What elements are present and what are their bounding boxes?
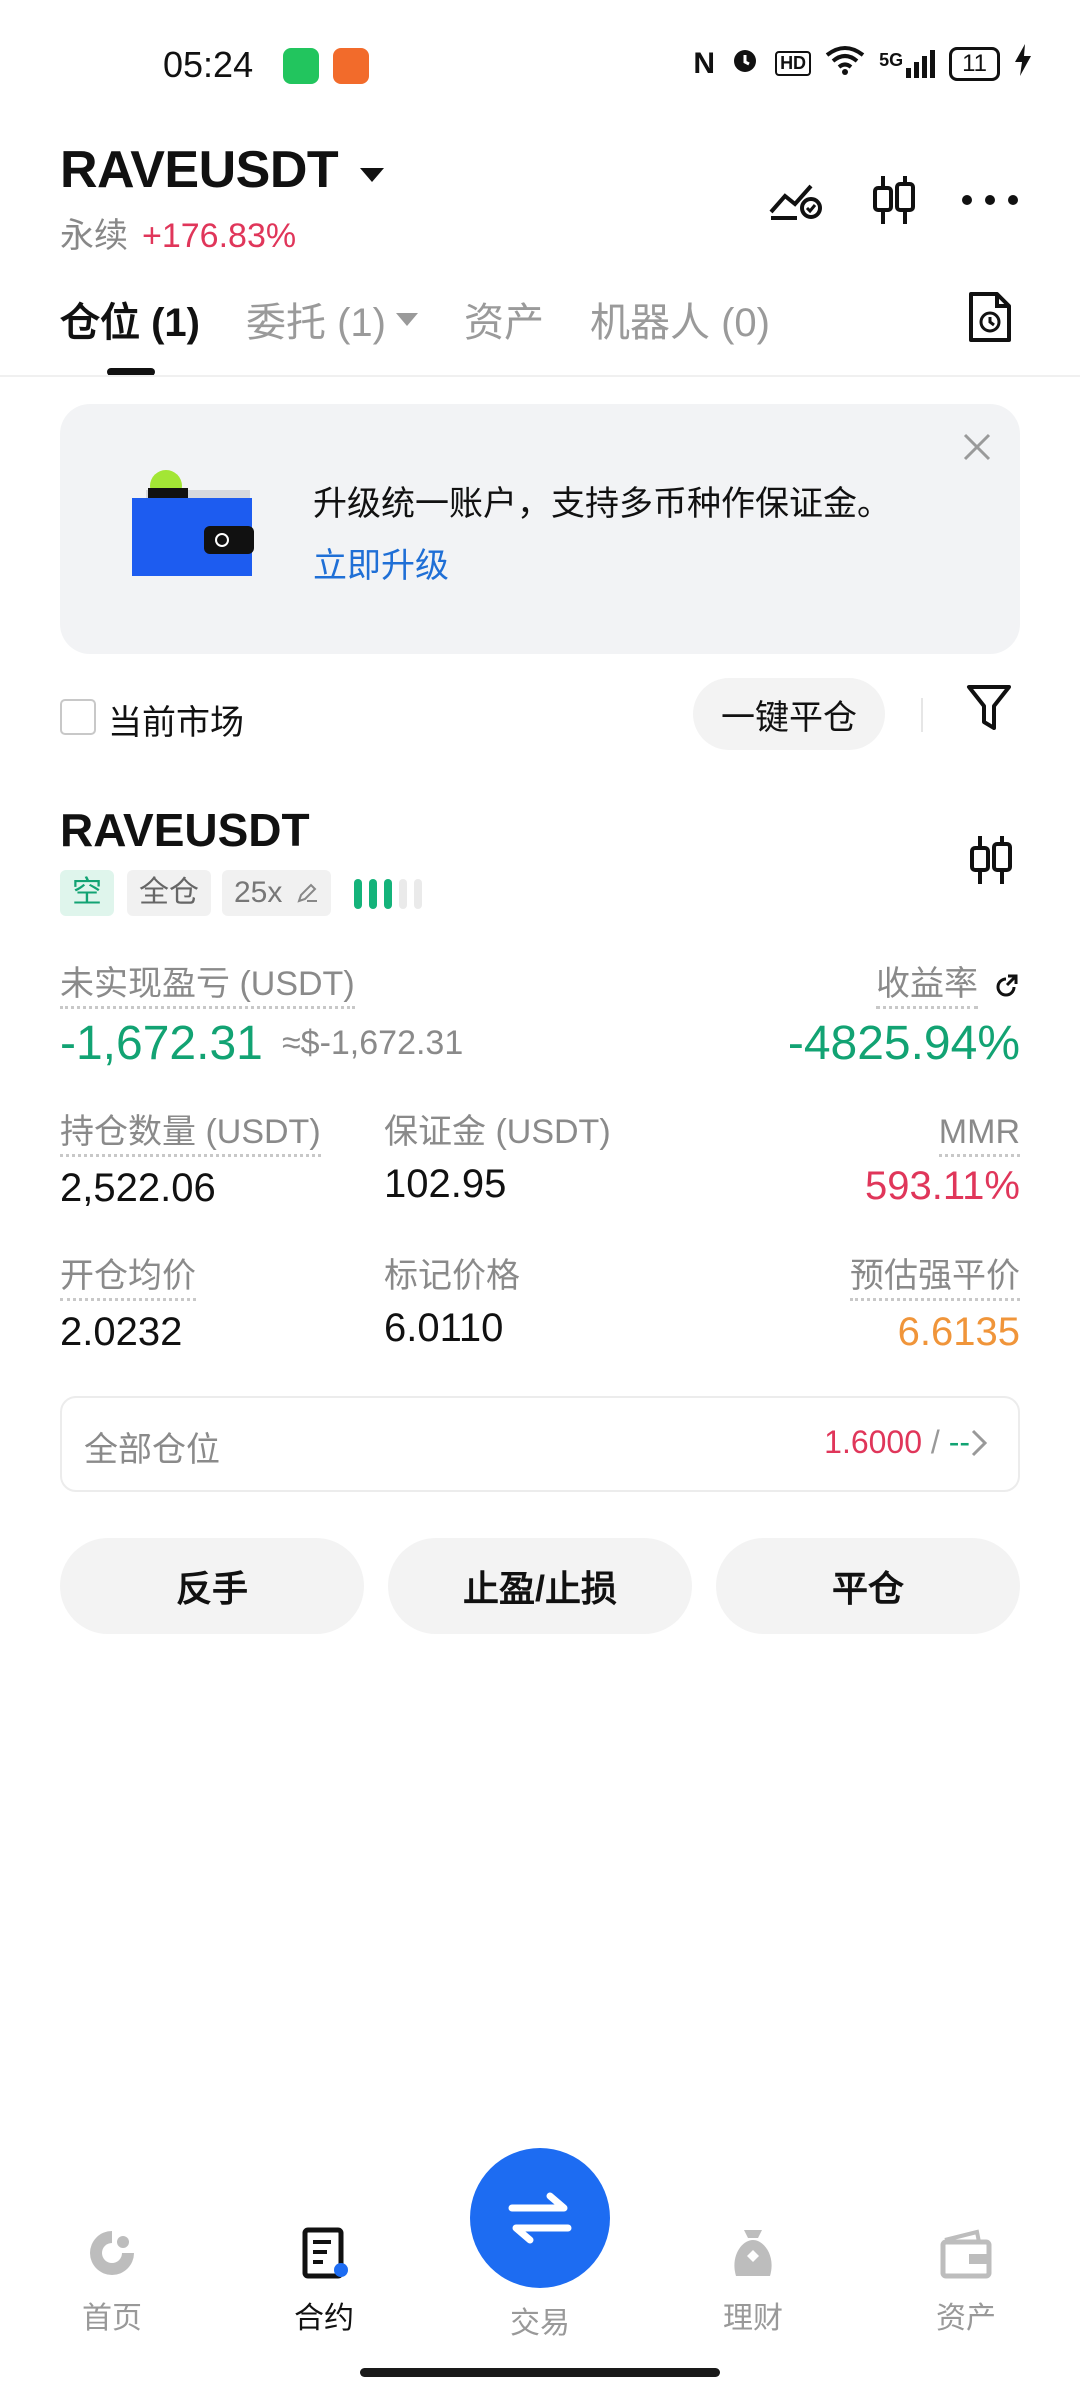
tabs-divider — [0, 375, 1080, 377]
nav-trade[interactable]: 交易 — [480, 2290, 600, 2342]
nav-label: 合约 — [294, 2302, 354, 2335]
alarm-icon — [729, 44, 761, 83]
cross-margin-badge: 全仓 — [127, 870, 211, 916]
nav-contract[interactable]: 合约 — [264, 2226, 384, 2337]
position-chart-icon[interactable] — [966, 834, 1016, 891]
tab-assets[interactable]: 资产 — [464, 290, 544, 348]
nfc-icon: N — [693, 46, 716, 80]
wifi-icon — [825, 45, 865, 82]
wallet-illustration-icon — [130, 470, 266, 585]
pair-subtitle: 永续 +176.83% — [60, 208, 296, 257]
tab-positions[interactable]: 仓位 (1) — [60, 290, 200, 348]
contract-icon — [302, 2227, 348, 2279]
tab-bots[interactable]: 机器人 (0) — [590, 290, 770, 348]
leverage-badge[interactable]: 25x — [222, 870, 331, 916]
tab-label: 机器人 (0) — [590, 301, 770, 345]
all-positions-value-2: -- — [948, 1424, 970, 1460]
tab-label: 委托 (1) — [246, 301, 386, 345]
position-size-value: 2,522.06 — [60, 1166, 216, 1210]
mark-price-label: 标记价格 — [384, 1257, 520, 1295]
wallet-icon — [940, 2229, 992, 2279]
nav-label: 首页 — [82, 2302, 142, 2335]
nav-label: 交易 — [510, 2307, 570, 2340]
current-market-label[interactable]: 当前市场 — [108, 695, 244, 744]
short-side-badge: 空 — [60, 870, 114, 916]
unrealized-pnl-label[interactable]: 未实现盈亏 (USDT) — [60, 964, 355, 1009]
share-refresh-icon[interactable] — [992, 973, 1020, 1001]
unrealized-pnl-approx: ≈$-1,672.31 — [282, 1024, 464, 1062]
mmr-label[interactable]: MMR — [938, 1112, 1020, 1157]
margin-label: 保证金 (USDT) — [384, 1113, 611, 1151]
banner-message: 升级统一账户，支持多币种作保证金。 — [313, 485, 891, 523]
position-symbol[interactable]: RAVEUSDT — [60, 803, 310, 857]
leverage-value: 25x — [234, 876, 283, 909]
status-icons: N HD 5G 11 — [693, 44, 1032, 83]
earn-icon — [734, 2230, 772, 2276]
nav-label: 理财 — [723, 2302, 783, 2335]
tp-sl-button[interactable]: 止盈/止损 — [388, 1538, 692, 1634]
more-options-icon[interactable] — [960, 170, 1020, 230]
pair-dropdown-caret-icon[interactable] — [360, 168, 384, 182]
all-positions-separator: / — [922, 1424, 949, 1460]
charging-icon — [1014, 44, 1032, 83]
hd-icon: HD — [775, 51, 812, 76]
home-icon — [90, 2231, 134, 2275]
mark-price-value: 6.0110 — [384, 1306, 504, 1350]
position-size-label[interactable]: 持仓数量 (USDT) — [60, 1112, 321, 1157]
status-time: 05:24 — [163, 44, 254, 85]
tab-label: 资产 — [464, 301, 544, 345]
position-tabs: 仓位 (1) 委托 (1) 资产 机器人 (0) — [60, 290, 770, 348]
nav-home[interactable]: 首页 — [52, 2226, 172, 2337]
all-positions-values: 1.6000 / -- — [824, 1424, 970, 1461]
upgrade-now-link[interactable]: 立即升级 — [313, 538, 449, 587]
close-icon[interactable] — [962, 432, 992, 467]
battery-indicator: 11 — [949, 46, 1000, 81]
all-positions-value: 1.6000 — [824, 1424, 923, 1460]
signal-icon: 5G — [879, 49, 936, 78]
price-change: +176.83% — [142, 217, 297, 255]
wechat-app-icon — [283, 48, 319, 84]
roi-value: -4825.94% — [787, 1017, 1020, 1070]
swap-icon — [508, 2192, 572, 2244]
roi-label-group: 收益率 — [876, 964, 1020, 1009]
nav-label: 资产 — [936, 2302, 996, 2335]
filter-separator — [921, 698, 923, 732]
tab-label: 仓位 (1) — [60, 301, 200, 345]
contract-type: 永续 — [60, 217, 128, 255]
edit-icon — [297, 883, 317, 903]
current-market-checkbox[interactable] — [60, 699, 96, 735]
mmr-value: 593.11% — [865, 1164, 1020, 1208]
margin-value: 102.95 — [384, 1162, 507, 1206]
nav-assets[interactable]: 资产 — [906, 2226, 1026, 2337]
entry-price-label[interactable]: 开仓均价 — [60, 1256, 196, 1301]
candlestick-chart-icon[interactable] — [864, 170, 924, 230]
filter-icon[interactable] — [966, 684, 1012, 739]
nav-earn[interactable]: 理财 — [693, 2226, 813, 2337]
leverage-level-indicator — [354, 879, 422, 909]
close-all-button[interactable]: 一键平仓 — [693, 678, 885, 750]
tab-orders[interactable]: 委托 (1) — [246, 290, 418, 348]
price-alert-icon[interactable] — [765, 170, 825, 230]
reverse-button[interactable]: 反手 — [60, 1538, 364, 1634]
notification-app-icon — [333, 48, 369, 84]
chevron-right-icon — [970, 1428, 988, 1463]
close-position-button[interactable]: 平仓 — [716, 1538, 1020, 1634]
network-type: 5G — [879, 49, 904, 70]
unrealized-pnl-value: -1,672.31 — [60, 1017, 263, 1070]
entry-price-value: 2.0232 — [60, 1310, 183, 1354]
pair-title[interactable]: RAVEUSDT — [60, 140, 339, 200]
trade-fab-button[interactable] — [470, 2148, 610, 2288]
home-indicator[interactable] — [360, 2368, 720, 2377]
history-icon[interactable] — [967, 290, 1013, 349]
chevron-down-icon — [396, 312, 418, 326]
roi-label[interactable]: 收益率 — [876, 964, 978, 1009]
liquidation-price-value: 6.6135 — [897, 1310, 1020, 1354]
liquidation-price-label[interactable]: 预估强平价 — [850, 1256, 1020, 1301]
all-positions-label: 全部仓位 — [84, 1431, 220, 1469]
